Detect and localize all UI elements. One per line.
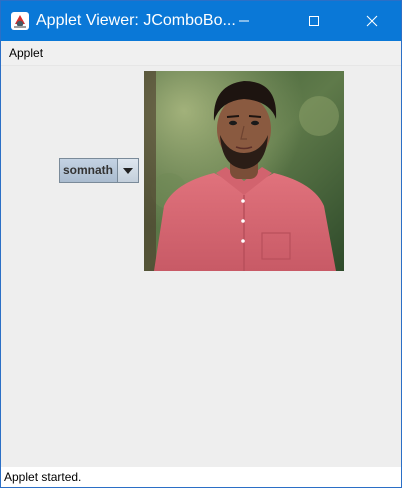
minimize-button[interactable] xyxy=(221,1,267,41)
applet-viewer-window: Applet Viewer: JComboBo... Applet somnat… xyxy=(0,0,402,488)
applet-content: somnath xyxy=(1,66,401,467)
person-photo xyxy=(144,71,344,271)
name-combo-box[interactable]: somnath xyxy=(59,158,139,183)
window-title: Applet Viewer: JComboBo... xyxy=(36,12,236,29)
title-bar[interactable]: Applet Viewer: JComboBo... xyxy=(1,1,401,41)
menu-applet[interactable]: Applet xyxy=(9,45,43,61)
maximize-button[interactable] xyxy=(291,1,337,41)
profile-photo xyxy=(144,71,344,271)
menu-bar: Applet xyxy=(1,41,401,66)
close-button[interactable] xyxy=(349,1,395,41)
status-bar: Applet started. xyxy=(1,467,401,487)
minimize-icon xyxy=(239,20,249,22)
close-icon xyxy=(366,15,378,27)
status-text: Applet started. xyxy=(4,470,82,484)
maximize-icon xyxy=(309,16,319,26)
java-applet-icon xyxy=(11,12,29,30)
combo-dropdown-button[interactable] xyxy=(117,159,138,182)
combo-selected-value: somnath xyxy=(63,163,114,177)
chevron-down-icon xyxy=(123,167,133,174)
